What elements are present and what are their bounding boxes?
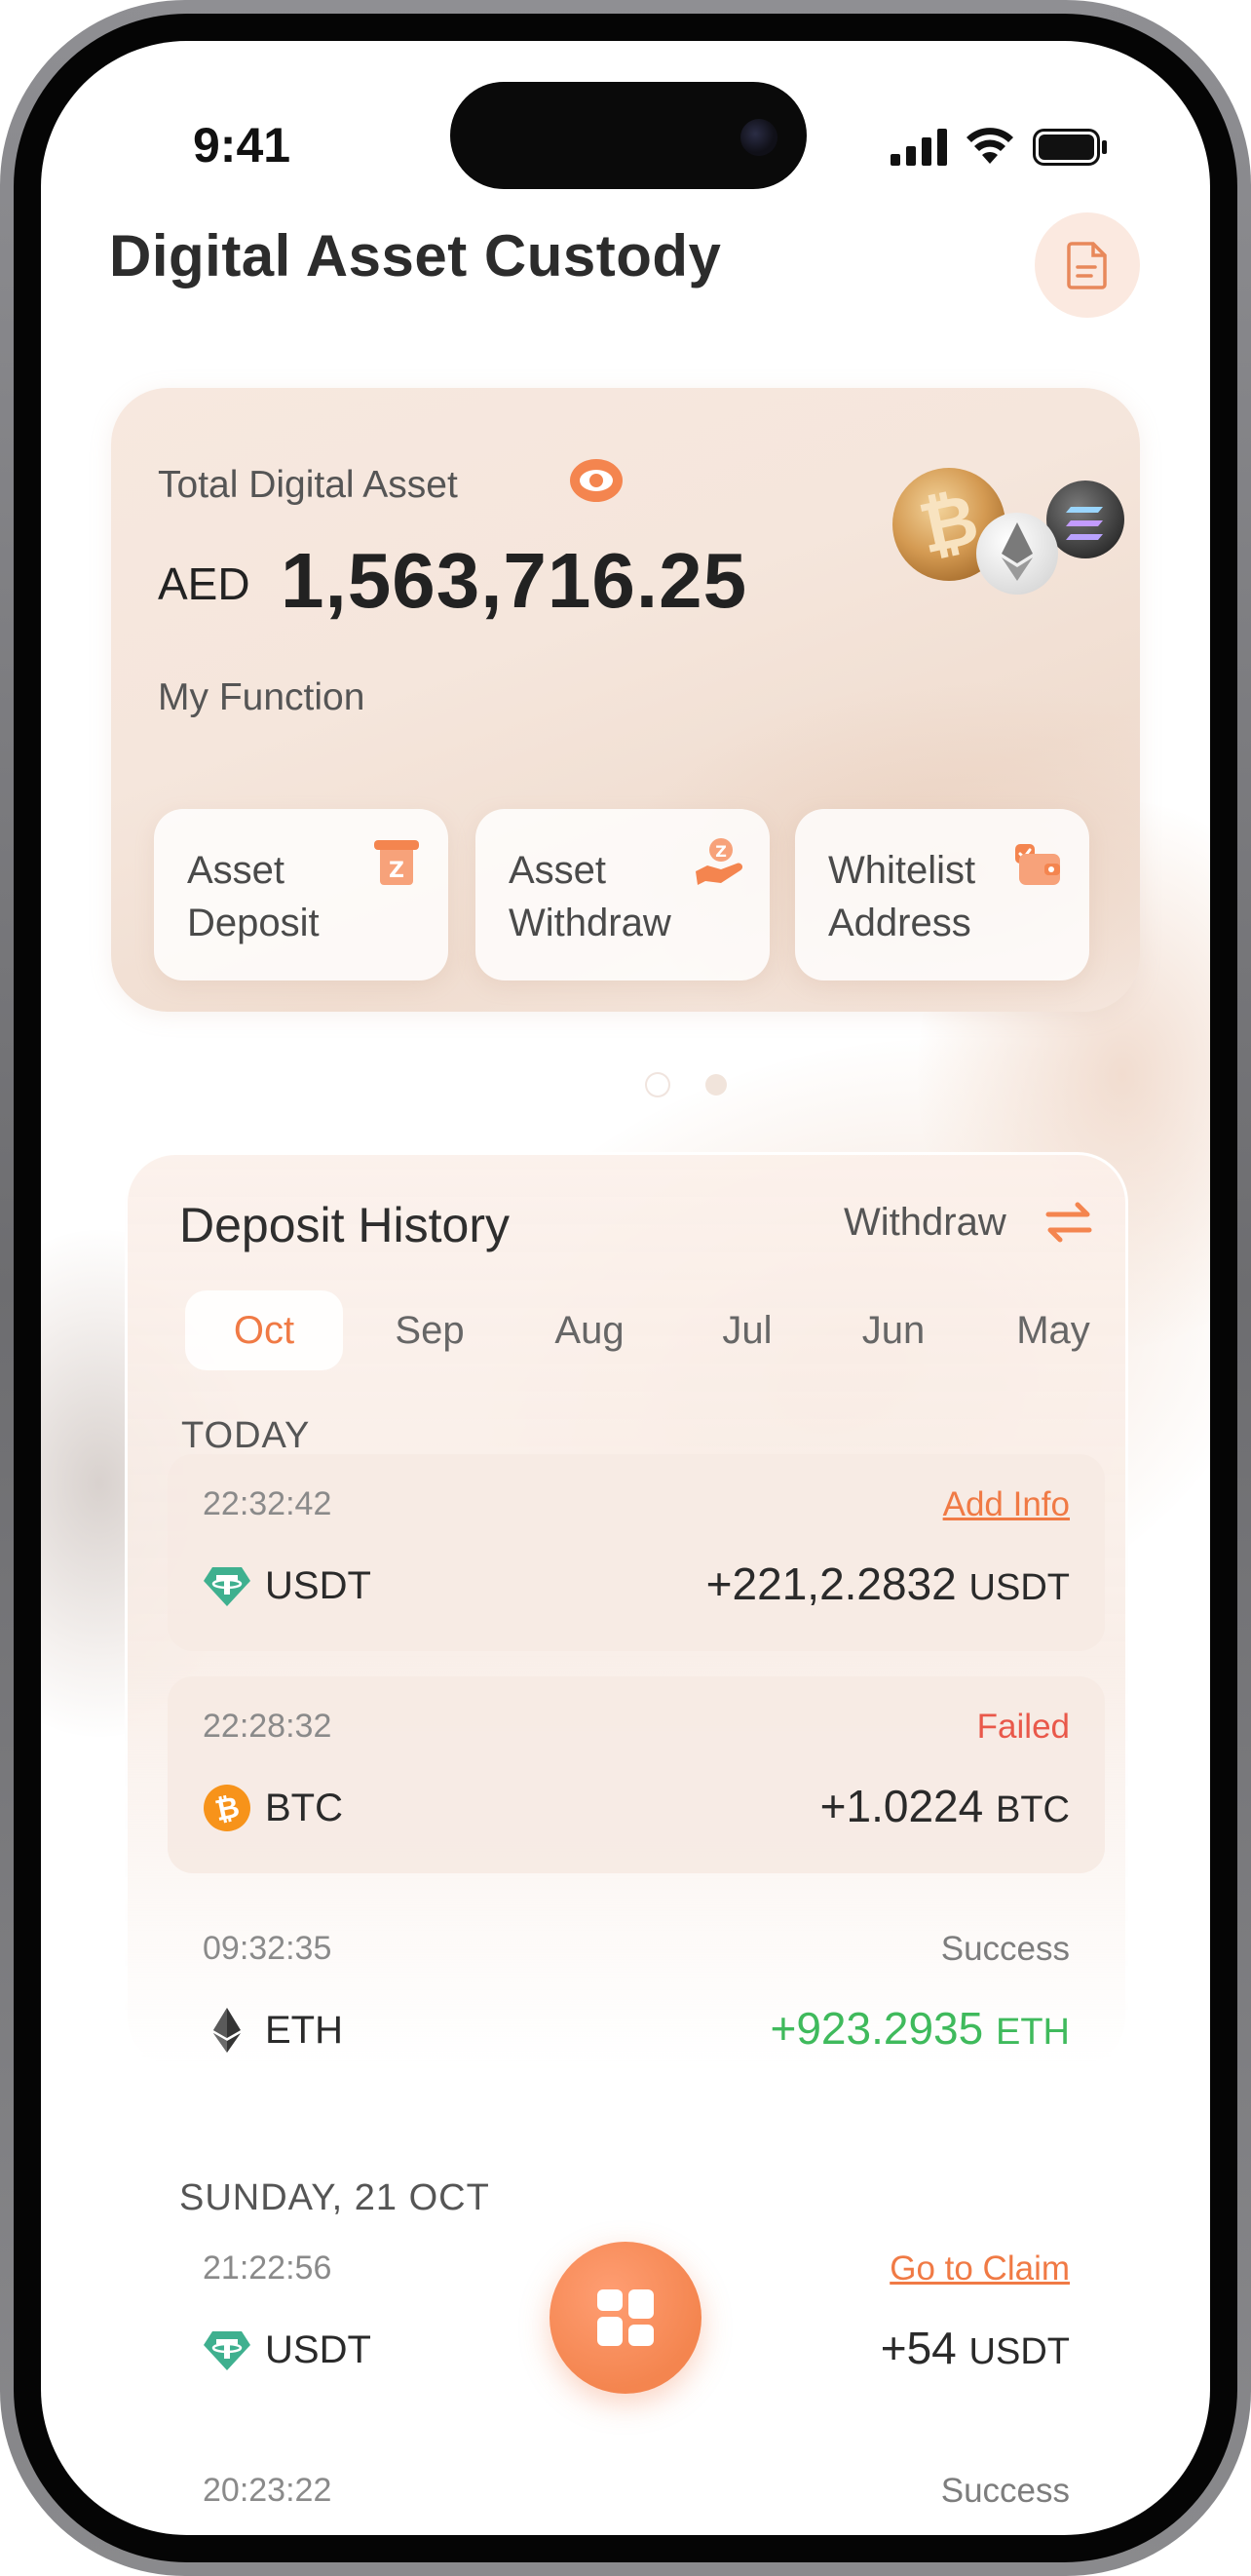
statement-button[interactable] [1035,212,1140,318]
transaction-row[interactable]: 22:32:42 Add Info USDT +221,2.2832 USDT [168,1454,1105,1651]
tab-aug[interactable]: Aug [516,1290,663,1370]
carousel-dot-active[interactable] [647,1074,668,1096]
grid-menu-icon [597,2289,654,2346]
status-bar: 9:41 [41,41,1210,189]
transaction-row[interactable]: 22:28:32 Failed ₿ BTC +1.0224 BTC [168,1676,1105,1873]
transaction-amount: +54 USDT [880,2323,1070,2373]
asset-deposit-button[interactable]: Asset Deposit Z [154,809,448,980]
transaction-time: 21:22:56 [203,2249,332,2287]
swap-arrows-icon[interactable] [1044,1197,1093,1248]
whitelist-address-button[interactable]: Whitelist Address [795,809,1089,980]
status-failed: Failed [976,1708,1070,1746]
transaction-time: 20:23:22 [203,2472,332,2509]
cellular-signal-icon [891,129,947,166]
btc-icon: ₿ [204,1785,250,1831]
coin-name: ETH [265,2009,343,2052]
tab-sep[interactable]: Sep [357,1290,503,1370]
tab-oct[interactable]: Oct [185,1290,343,1370]
my-function-label: My Function [158,676,365,718]
usdt-icon [204,2331,250,2370]
currency-code: AED [158,558,250,609]
total-asset-amount: 1,563,716.25 [281,537,748,624]
carousel-dot[interactable] [705,1074,727,1096]
menu-fab-button[interactable] [550,2242,701,2394]
transaction-row[interactable]: 09:32:35 Success ETH +923.2935 ETH [168,1899,1105,2095]
wallet-icon [1015,844,1060,885]
tab-jul[interactable]: Jul [674,1290,820,1370]
crypto-coins-icon: ₿ [892,468,1124,595]
asset-withdraw-button[interactable]: Asset Withdraw Z [475,809,770,980]
app-screen: 9:41 Digital Asset Custody Total Digital… [41,41,1210,2535]
section-label-date: SUNDAY, 21 OCT [179,2177,490,2218]
camera-icon [740,119,777,156]
function-label: Whitelist Address [828,849,976,944]
add-info-link[interactable]: Add Info [943,1485,1070,1524]
carousel-indicator [647,1074,735,1097]
status-success: Success [940,2472,1070,2510]
go-to-claim-link[interactable]: Go to Claim [890,2249,1070,2288]
section-label-today: TODAY [181,1415,311,1456]
eye-icon[interactable] [569,456,624,505]
withdraw-hand-icon: Z [696,838,743,885]
transaction-time: 22:28:32 [203,1708,332,1745]
total-asset-card: Total Digital Asset AED 1,563,716.25 ₿ M… [111,388,1140,1012]
coin-name: USDT [265,2328,371,2371]
status-time: 9:41 [193,118,291,173]
status-success: Success [940,1930,1070,1968]
eth-icon [213,2008,241,2053]
coin-name: BTC [265,1787,343,1829]
tab-may[interactable]: May [980,1290,1126,1370]
transaction-amount: +923.2935 ETH [770,2003,1070,2054]
transaction-time: 22:32:42 [203,1485,332,1522]
document-icon [1067,242,1107,289]
coin-name: USDT [265,1564,371,1607]
page-title: Digital Asset Custody [109,223,722,288]
deposit-history-title: Deposit History [179,1198,510,1252]
wifi-icon [967,128,1013,164]
usdt-icon [204,1567,250,1606]
total-asset-label: Total Digital Asset [158,464,458,506]
battery-icon [1033,129,1107,166]
svg-text:Z: Z [389,859,404,883]
function-label: Asset Withdraw [509,849,671,944]
function-label: Asset Deposit [187,849,320,944]
transaction-time: 09:32:35 [203,1930,332,1967]
tab-jun[interactable]: Jun [820,1290,967,1370]
transaction-row[interactable]: 20:23:22 Success [168,2441,1105,2535]
switch-to-withdraw-button[interactable]: Withdraw [844,1201,1006,1245]
deposit-icon: Z [374,840,419,885]
svg-text:Z: Z [715,842,727,861]
transaction-amount: +221,2.2832 USDT [705,1558,1070,1609]
transaction-amount: +1.0224 BTC [819,1781,1070,1831]
